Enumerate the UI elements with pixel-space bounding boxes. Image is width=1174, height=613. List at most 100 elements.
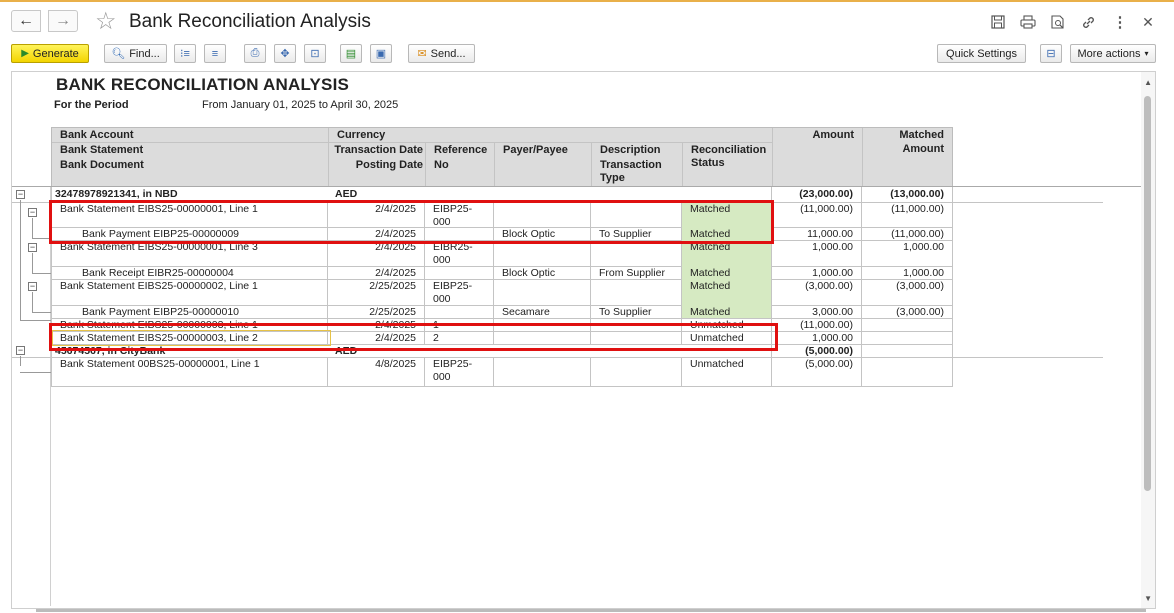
report-area: BANK RECONCILIATION ANALYSIS For the Per… <box>11 71 1156 609</box>
more-actions-button[interactable]: More actions ▾ <box>1070 44 1156 63</box>
back-button[interactable]: ← <box>11 10 41 32</box>
col-bank-document: Bank Document <box>60 159 144 171</box>
print-icon[interactable] <box>1018 12 1038 32</box>
col-transaction-date: Transaction Date <box>334 144 423 156</box>
horizontal-scrollbar[interactable] <box>36 609 1146 612</box>
col-posting-date: Posting Date <box>355 159 423 171</box>
window-top-border <box>0 0 1174 2</box>
search-icon: 🔍︎ <box>111 48 126 60</box>
col-description: Description <box>600 144 661 156</box>
cell-ref1: EIBP25-00000015 <box>424 357 493 386</box>
cell-amount: 3,000.00 <box>771 305 861 318</box>
cell-payer: Secamare <box>493 305 590 318</box>
expand-icon: ⁝≡ <box>180 48 190 60</box>
edit-button[interactable]: ▤ <box>340 44 362 63</box>
find-button[interactable]: 🔍︎ Find... <box>104 44 167 63</box>
cell-matched <box>861 344 953 357</box>
collapse-icon: ≡ <box>211 47 219 60</box>
cell-amount: (11,000.00) <box>771 318 861 331</box>
col-amount: Amount <box>812 129 854 141</box>
collapse-groups-button[interactable]: ≡ <box>204 44 226 63</box>
period-value: From January 01, 2025 to April 30, 2025 <box>202 99 399 111</box>
collapse-toggle-icon[interactable]: − <box>28 282 37 291</box>
cell-date: 2/25/2025 <box>327 279 424 305</box>
col-reference: Reference <box>434 144 488 156</box>
play-icon: ▶ <box>21 48 29 59</box>
print-small-icon: ⎙ <box>250 47 260 59</box>
scroll-thumb[interactable] <box>1144 96 1151 491</box>
cell-amount: 11,000.00 <box>771 227 861 240</box>
close-icon[interactable]: ✕ <box>1138 12 1158 32</box>
col-recon-status: Reconciliation <box>691 144 767 156</box>
link-icon[interactable] <box>1078 12 1098 32</box>
cell-matched <box>861 331 953 344</box>
cell-matched <box>861 357 953 386</box>
cell-amount: 1,000.00 <box>771 331 861 344</box>
zoom-button[interactable]: ⊡ <box>304 44 326 63</box>
quick-settings-button[interactable]: Quick Settings <box>937 44 1026 63</box>
preview-icon[interactable] <box>1048 12 1068 32</box>
favorite-star-icon[interactable]: ☆ <box>95 7 117 36</box>
ref-line-2: 00015 <box>433 384 485 386</box>
col-payer: Payer/Payee <box>503 144 568 156</box>
col-matched-2: Amount <box>902 143 944 155</box>
collapse-toggle-icon[interactable]: − <box>28 243 37 252</box>
panel-icon: ⊟ <box>1046 48 1056 60</box>
send-button[interactable]: ✉ Send... <box>408 44 475 63</box>
scroll-up-icon[interactable]: ▲ <box>1144 78 1152 87</box>
cell-matched: (3,000.00) <box>861 305 953 318</box>
cell-desc <box>590 357 681 386</box>
col-currency: Currency <box>337 129 386 141</box>
col-transaction-type: Transaction <box>600 159 662 171</box>
cell-doc[interactable]: Bank Statement 00BS25-00000001, Line 1 <box>51 357 327 386</box>
chevron-down-icon: ▾ <box>1144 49 1149 58</box>
col-recon-status-2: Status <box>691 157 725 169</box>
cell-status: Unmatched <box>681 357 771 386</box>
zoom-icon: ⊡ <box>310 48 320 60</box>
collapse-toggle-icon[interactable]: − <box>16 190 25 199</box>
cell-doc[interactable]: Bank Statement EIBS25-00000002, Line 1 <box>51 279 327 305</box>
scroll-down-icon[interactable]: ▼ <box>1144 594 1152 603</box>
selected-cell <box>52 330 331 346</box>
cell-matched <box>861 318 953 331</box>
cell-payer: Block Optic <box>493 266 590 279</box>
col-bank-statement: Bank Statement <box>60 144 144 156</box>
table-header: Bank Account Bank Statement Bank Documen… <box>51 127 953 187</box>
cell-amount: (11,000.00) <box>771 202 861 227</box>
col-matched: Matched <box>899 129 944 141</box>
cell-ref1 <box>424 266 493 279</box>
cell-payer <box>493 279 590 305</box>
generate-button[interactable]: ▶ Generate <box>11 44 89 63</box>
vertical-scrollbar[interactable]: ▲ ▼ <box>1141 72 1155 608</box>
save-report-button[interactable]: ▣ <box>370 44 392 63</box>
cell-doc[interactable]: Bank Payment EIBP25-00000010 <box>51 305 327 318</box>
collapse-toggle-icon[interactable]: − <box>28 208 37 217</box>
print-button[interactable]: ⎙ <box>244 44 266 63</box>
cell-amount: (5,000.00) <box>771 344 861 357</box>
ref-line-1: EIBP25-000 <box>433 358 473 383</box>
pan-button[interactable]: ✥ <box>274 44 296 63</box>
forward-button[interactable]: → <box>48 10 78 32</box>
ref-line-1: EIBR25-000 <box>433 241 473 266</box>
arrow-right-icon: → <box>55 12 71 29</box>
arrow-left-icon: ← <box>18 12 34 29</box>
cell-amount: (3,000.00) <box>771 279 861 305</box>
save-icon[interactable] <box>988 12 1008 32</box>
collapse-toggle-icon[interactable]: − <box>16 346 25 355</box>
settings-panel-button[interactable]: ⊟ <box>1040 44 1062 63</box>
cell-desc <box>590 279 681 305</box>
move-icon: ✥ <box>280 48 290 60</box>
ref-line-1: EIBP25-000 <box>433 280 473 305</box>
cell-status: Matched <box>681 305 771 318</box>
expand-groups-button[interactable]: ⁝≡ <box>174 44 196 63</box>
report-title: BANK RECONCILIATION ANALYSIS <box>56 75 350 94</box>
more-menu-icon[interactable]: ⋮ <box>1110 12 1130 32</box>
col-transaction-type-2: Type <box>600 172 625 184</box>
cell-amount: 1,000.00 <box>771 266 861 279</box>
cell-amount: (5,000.00) <box>771 357 861 386</box>
cell-doc[interactable]: Bank Receipt EIBR25-00000004 <box>51 266 327 279</box>
highlight-matched-pair <box>49 200 774 244</box>
cell-matched: (13,000.00) <box>861 187 953 202</box>
col-reference-no: No <box>434 159 449 171</box>
cell-payer <box>493 357 590 386</box>
